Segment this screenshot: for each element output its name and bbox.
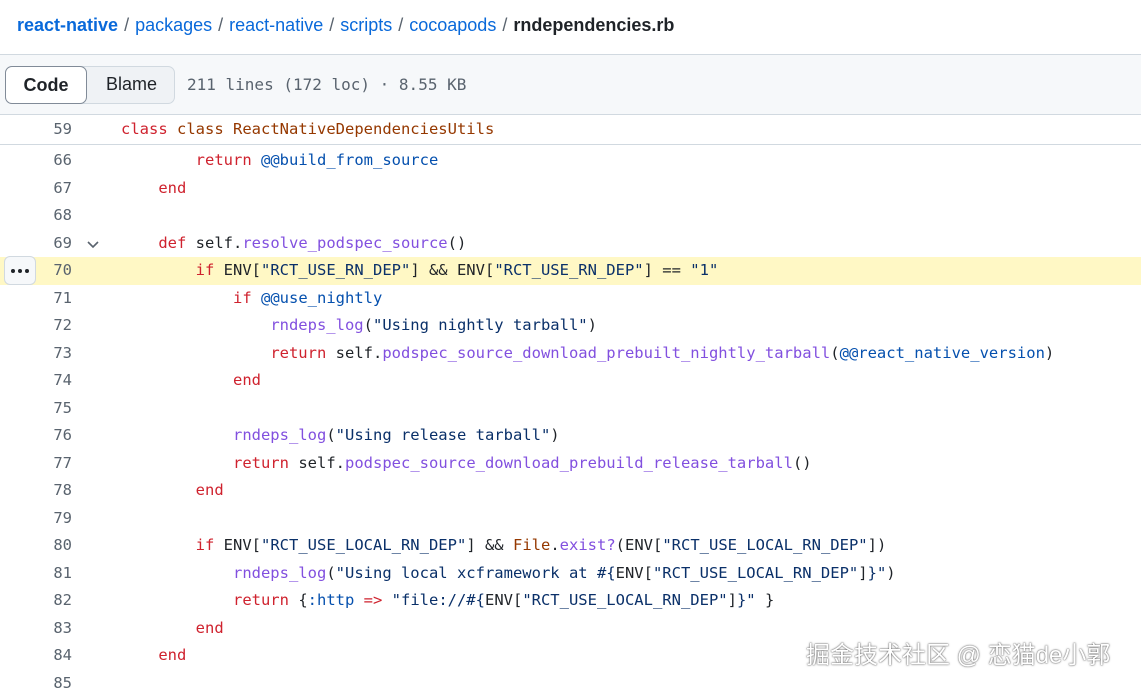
line-number[interactable]: 79	[0, 505, 72, 532]
file-header-bar: Code Blame 211 lines (172 loc) · 8.55 KB	[0, 54, 1141, 115]
line-number[interactable]: 69	[0, 230, 72, 257]
breadcrumb-separator: /	[323, 15, 340, 35]
code-line: 77 return self.podspec_source_download_p…	[0, 450, 1141, 478]
line-number[interactable]: 81	[0, 560, 72, 587]
code-line: 79	[0, 505, 1141, 533]
code-line: 81 rndeps_log("Using local xcframework a…	[0, 560, 1141, 588]
code-text: if @@use_nightly	[121, 285, 382, 312]
line-number[interactable]: 68	[0, 202, 72, 229]
breadcrumb-link-scripts[interactable]: scripts	[340, 15, 392, 35]
code-line: 71 if @@use_nightly	[0, 285, 1141, 313]
code-text: return @@build_from_source	[121, 147, 438, 174]
line-number[interactable]: 67	[0, 175, 72, 202]
breadcrumb: react-native/packages/react-native/scrip…	[17, 12, 674, 38]
line-number[interactable]: 66	[0, 147, 72, 174]
line-number[interactable]: 80	[0, 532, 72, 559]
code-line: 76 rndeps_log("Using release tarball")	[0, 422, 1141, 450]
line-number[interactable]: 73	[0, 340, 72, 367]
code-line: 85	[0, 670, 1141, 697]
code-text: end	[121, 642, 186, 669]
line-number[interactable]: 74	[0, 367, 72, 394]
line-number[interactable]: 71	[0, 285, 72, 312]
code-text: end	[121, 175, 186, 202]
code-text: return self.podspec_source_download_preb…	[121, 450, 812, 477]
line-number[interactable]: 85	[0, 670, 72, 697]
blame-view-button[interactable]: Blame	[88, 66, 175, 104]
file-meta-info: 211 lines (172 loc) · 8.55 KB	[187, 75, 466, 95]
breadcrumb-link-packages[interactable]: packages	[135, 15, 212, 35]
code-text: if ENV["RCT_USE_RN_DEP"] && ENV["RCT_USE…	[121, 257, 718, 284]
breadcrumb-current-file: rndependencies.rb	[513, 15, 674, 35]
line-number[interactable]: 75	[0, 395, 72, 422]
code-line: 68	[0, 202, 1141, 230]
code-text: def self.resolve_podspec_source()	[121, 230, 466, 257]
watermark-text: 掘金技术社区 @ 恋猫de小郭	[806, 641, 1110, 671]
view-mode-toggle: Code Blame	[5, 66, 175, 104]
code-line: 75	[0, 395, 1141, 423]
chevron-down-icon[interactable]	[86, 238, 100, 252]
code-line: 82 return {:http => "file://#{ENV["RCT_U…	[0, 587, 1141, 615]
line-number[interactable]: 78	[0, 477, 72, 504]
code-text: rndeps_log("Using nightly tarball")	[121, 312, 597, 339]
code-line: 83 end	[0, 615, 1141, 643]
code-view-button[interactable]: Code	[5, 66, 87, 104]
code-text: return self.podspec_source_download_preb…	[121, 340, 1054, 367]
sticky-scope-header[interactable]: 59 class class ReactNativeDependenciesUt…	[0, 115, 1141, 145]
code-text: end	[121, 615, 224, 642]
code-line: 69 def self.resolve_podspec_source()	[0, 230, 1141, 258]
line-number[interactable]: 82	[0, 587, 72, 614]
breadcrumb-separator: /	[118, 15, 135, 35]
code-text: rndeps_log("Using release tarball")	[121, 422, 560, 449]
breadcrumb-separator: /	[496, 15, 513, 35]
line-number[interactable]: 83	[0, 615, 72, 642]
line-number[interactable]: 72	[0, 312, 72, 339]
code-line-highlighted: 70 if ENV["RCT_USE_RN_DEP"] && ENV["RCT_…	[0, 257, 1141, 285]
code-line: 73 return self.podspec_source_download_p…	[0, 340, 1141, 368]
sticky-scope-text: class ReactNativeDependenciesUtils	[177, 120, 494, 138]
line-number[interactable]: 84	[0, 642, 72, 669]
code-line: 72 rndeps_log("Using nightly tarball")	[0, 312, 1141, 340]
sticky-scope-code: class class ReactNativeDependenciesUtils	[121, 116, 494, 143]
line-number[interactable]: 77	[0, 450, 72, 477]
code-line: 74 end	[0, 367, 1141, 395]
breadcrumb-separator: /	[212, 15, 229, 35]
code-text: return {:http => "file://#{ENV["RCT_USE_…	[121, 587, 774, 614]
code-text: end	[121, 367, 261, 394]
code-text: end	[121, 477, 224, 504]
code-line: 78 end	[0, 477, 1141, 505]
code-text: if ENV["RCT_USE_LOCAL_RN_DEP"] && File.e…	[121, 532, 886, 559]
line-number: 59	[0, 116, 72, 143]
code-line: 67 end	[0, 175, 1141, 203]
breadcrumb-separator: /	[392, 15, 409, 35]
line-number[interactable]: 70	[0, 257, 72, 284]
code-viewer: 59 class class ReactNativeDependenciesUt…	[0, 115, 1141, 689]
breadcrumb-link-cocoapods[interactable]: cocoapods	[409, 15, 496, 35]
breadcrumb-link-repo[interactable]: react-native	[17, 15, 118, 35]
line-number[interactable]: 76	[0, 422, 72, 449]
breadcrumb-link-react-native[interactable]: react-native	[229, 15, 323, 35]
code-line: 80 if ENV["RCT_USE_LOCAL_RN_DEP"] && Fil…	[0, 532, 1141, 560]
code-line: 66 return @@build_from_source	[0, 147, 1141, 175]
code-text: rndeps_log("Using local xcframework at #…	[121, 560, 896, 587]
